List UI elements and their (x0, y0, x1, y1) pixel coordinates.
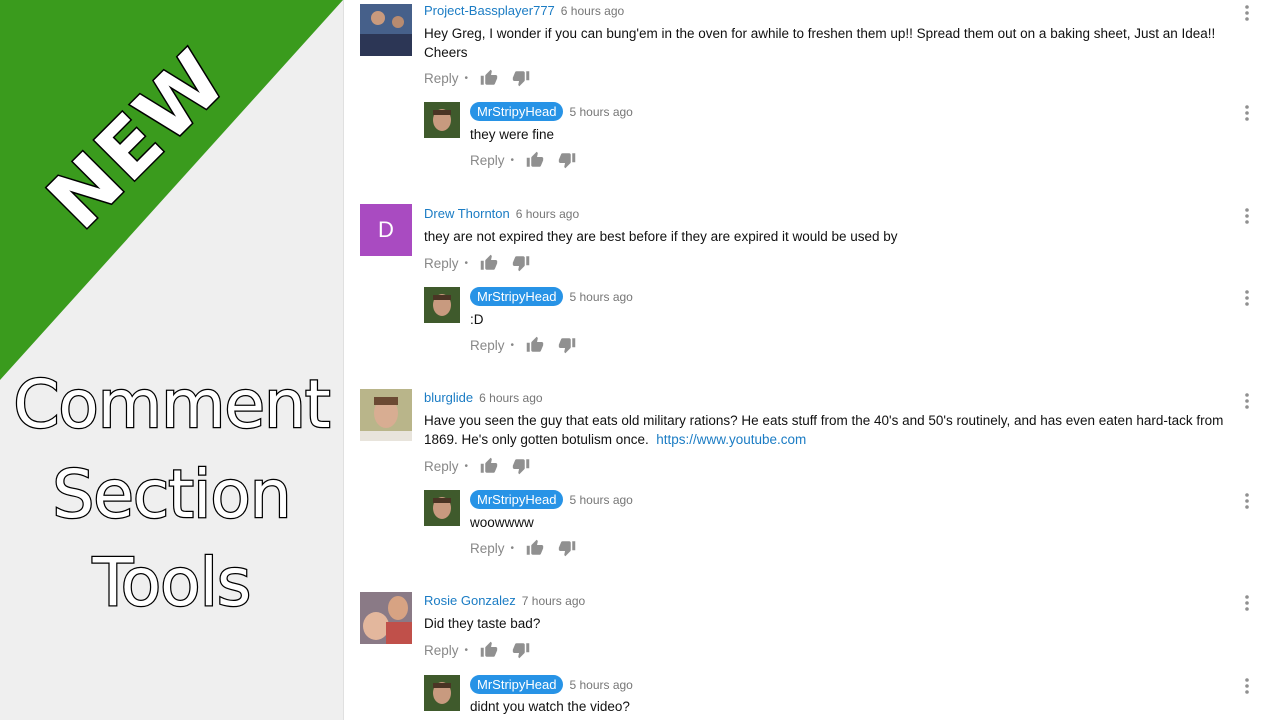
separator-dot: • (464, 72, 469, 84)
user-avatar[interactable] (424, 102, 460, 138)
timestamp[interactable]: 6 hours ago (561, 4, 624, 18)
timestamp[interactable]: 5 hours ago (569, 678, 632, 692)
timestamp[interactable]: 5 hours ago (569, 493, 632, 507)
author-name[interactable]: blurglide (424, 390, 473, 405)
comment-header: MrStripyHead 5 hours ago (470, 675, 633, 694)
more-options-icon[interactable] (1245, 4, 1249, 22)
reply-button[interactable]: Reply (470, 153, 505, 168)
reply-button[interactable]: Reply (424, 643, 459, 658)
comment-actions: Reply • (424, 69, 530, 87)
more-options-icon[interactable] (1245, 492, 1249, 510)
banner-title-line-1: Comment (12, 366, 332, 443)
thumbnail-banner: NEW Comment Section Tools (0, 0, 343, 720)
author-name[interactable]: Rosie Gonzalez (424, 593, 516, 608)
comment-header: MrStripyHead 5 hours ago (470, 102, 633, 121)
comment-text: :D (470, 312, 484, 327)
thumbs-up-icon[interactable] (526, 336, 544, 354)
comment-actions: Reply • (424, 641, 530, 659)
comment-text: Hey Greg, I wonder if you can bung'em in… (424, 26, 1216, 60)
owner-author-badge[interactable]: MrStripyHead (470, 490, 564, 509)
separator-dot: • (464, 257, 469, 269)
user-avatar[interactable] (360, 592, 412, 644)
comment-actions: Reply • (424, 254, 530, 272)
comment-header: Project-Bassplayer777 6 hours ago (424, 3, 624, 18)
separator-dot: • (510, 154, 515, 166)
thumbs-down-icon[interactable] (558, 336, 576, 354)
reply-button[interactable]: Reply (470, 338, 505, 353)
timestamp[interactable]: 5 hours ago (569, 105, 632, 119)
thumbs-up-icon[interactable] (480, 457, 498, 475)
comment-header: Rosie Gonzalez 7 hours ago (424, 593, 585, 608)
author-name[interactable]: Project-Bassplayer777 (424, 3, 555, 18)
thumbs-down-icon[interactable] (558, 539, 576, 557)
banner-title-line-3: Tools (91, 544, 252, 621)
owner-author-badge[interactable]: MrStripyHead (470, 102, 564, 121)
thumbs-up-icon[interactable] (480, 641, 498, 659)
owner-author-badge[interactable]: MrStripyHead (470, 287, 564, 306)
thumbs-up-icon[interactable] (480, 254, 498, 272)
comment-actions: Reply • (470, 151, 576, 169)
separator-dot: • (464, 460, 469, 472)
user-avatar[interactable] (360, 389, 412, 441)
comment-header: MrStripyHead 5 hours ago (470, 490, 633, 509)
avatar-letter: D (378, 217, 394, 242)
comment-text: woowwww (470, 515, 534, 530)
comment-body: Have you seen the guy that eats old mili… (424, 413, 1224, 447)
user-avatar[interactable] (424, 490, 460, 526)
comment-text: Did they taste bad? (424, 616, 541, 631)
thumbs-down-icon[interactable] (512, 254, 530, 272)
separator-dot: • (510, 542, 515, 554)
timestamp[interactable]: 5 hours ago (569, 290, 632, 304)
timestamp[interactable]: 6 hours ago (516, 207, 579, 221)
more-options-icon[interactable] (1245, 392, 1249, 410)
comment-header: MrStripyHead 5 hours ago (470, 287, 633, 306)
more-options-icon[interactable] (1245, 207, 1249, 225)
more-options-icon[interactable] (1245, 104, 1249, 122)
owner-author-badge[interactable]: MrStripyHead (470, 675, 564, 694)
reply-button[interactable]: Reply (424, 256, 459, 271)
thumbs-down-icon[interactable] (558, 151, 576, 169)
thumbs-up-icon[interactable] (526, 539, 544, 557)
comment-header: Drew Thornton 6 hours ago (424, 206, 579, 221)
user-avatar[interactable] (424, 675, 460, 711)
comment-actions: Reply • (470, 539, 576, 557)
separator-dot: • (464, 644, 469, 656)
comment-link[interactable]: https://www.youtube.com (656, 432, 806, 447)
thumbs-up-icon[interactable] (526, 151, 544, 169)
thumbs-down-icon[interactable] (512, 69, 530, 87)
thumbs-up-icon[interactable] (480, 69, 498, 87)
reply-button[interactable]: Reply (424, 459, 459, 474)
reply-button[interactable]: Reply (470, 541, 505, 556)
comment-text: they were fine (470, 127, 555, 142)
thumbs-down-icon[interactable] (512, 641, 530, 659)
user-avatar[interactable] (360, 4, 412, 56)
comment-text: they are not expired they are best befor… (424, 229, 898, 244)
more-options-icon[interactable] (1245, 677, 1249, 695)
separator-dot: • (510, 339, 515, 351)
comment-actions: Reply • (470, 336, 576, 354)
more-options-icon[interactable] (1245, 594, 1249, 612)
comment-text: didnt you watch the video? (470, 699, 630, 714)
timestamp[interactable]: 6 hours ago (479, 391, 542, 405)
more-options-icon[interactable] (1245, 289, 1249, 307)
timestamp[interactable]: 7 hours ago (522, 594, 585, 608)
reply-button[interactable]: Reply (424, 71, 459, 86)
comment-section: Project-Bassplayer777 6 hours ago Hey Gr… (343, 0, 1280, 720)
banner-title-line-2: Section (51, 456, 293, 533)
letter-avatar[interactable]: D (360, 204, 412, 256)
comment-actions: Reply • (424, 457, 530, 475)
comment-text: Have you seen the guy that eats old mili… (424, 411, 1224, 449)
comment-header: blurglide 6 hours ago (424, 390, 543, 405)
author-name[interactable]: Drew Thornton (424, 206, 510, 221)
user-avatar[interactable] (424, 287, 460, 323)
thumbs-down-icon[interactable] (512, 457, 530, 475)
